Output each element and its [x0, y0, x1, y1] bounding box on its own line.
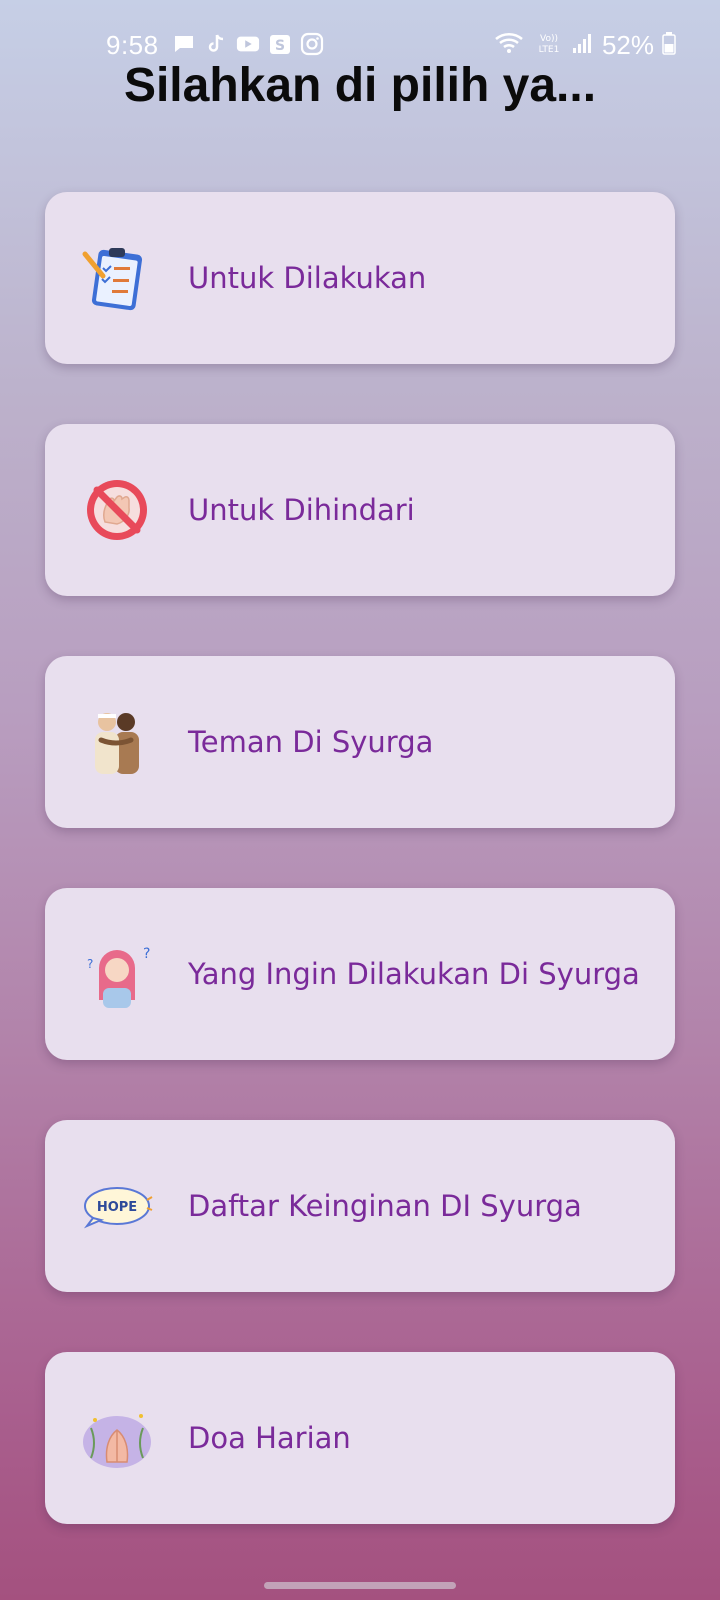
wifi-icon: [494, 31, 526, 60]
menu-card-doa-harian[interactable]: Doa Harian: [45, 1352, 675, 1524]
volte-icon: Vo)) LTE1: [534, 31, 564, 60]
menu-label: Untuk Dihindari: [188, 493, 415, 527]
hope-text: HOPE: [97, 1200, 137, 1215]
page-title: Silahkan di pilih ya...: [123, 59, 597, 112]
shopee-icon: S: [268, 32, 292, 56]
menu-card-daftar-keinginan[interactable]: HOPE Daftar Keinginan DI Syurga: [45, 1120, 675, 1292]
status-right: Vo)) LTE1 52%: [494, 30, 676, 61]
svg-text:S: S: [275, 38, 285, 54]
menu-label: Teman Di Syurga: [188, 725, 434, 759]
status-time: 9:58: [106, 30, 159, 60]
friends-hug-icon: [81, 706, 153, 778]
no-hand-icon: [81, 474, 153, 546]
tiktok-icon: [204, 32, 228, 56]
message-icon: [172, 32, 196, 56]
youtube-icon: [236, 32, 260, 56]
menu-card-teman-di-syurga[interactable]: Teman Di Syurga: [45, 656, 675, 828]
svg-text:LTE1: LTE1: [539, 45, 560, 55]
thinking-girl-icon: ? ?: [81, 938, 153, 1010]
svg-text:?: ?: [87, 957, 93, 971]
menu-card-untuk-dilakukan[interactable]: Untuk Dilakukan: [45, 192, 675, 364]
instagram-icon: [300, 32, 324, 56]
menu-card-untuk-dihindari[interactable]: Untuk Dihindari: [45, 424, 675, 596]
menu-label: Daftar Keinginan DI Syurga: [188, 1189, 582, 1223]
menu-list: Untuk Dilakukan Untuk Dihindari Teman Di: [45, 192, 675, 1584]
hope-bubble-icon: HOPE: [81, 1170, 153, 1242]
clipboard-checklist-icon: [81, 242, 153, 314]
notification-icons: S: [172, 32, 324, 56]
signal-icon: [572, 31, 594, 60]
menu-label: Untuk Dilakukan: [188, 261, 427, 295]
battery-icon: [662, 31, 676, 60]
menu-label: Yang Ingin Dilakukan Di Syurga: [188, 957, 640, 991]
menu-label: Doa Harian: [188, 1421, 351, 1455]
battery-percent: 52%: [601, 30, 654, 60]
svg-text:Vo)): Vo)): [540, 34, 558, 44]
home-indicator[interactable]: [264, 1582, 456, 1589]
praying-hands-icon: [81, 1402, 153, 1474]
svg-text:?: ?: [143, 946, 150, 962]
menu-card-yang-ingin-dilakukan[interactable]: ? ? Yang Ingin Dilakukan Di Syurga: [45, 888, 675, 1060]
